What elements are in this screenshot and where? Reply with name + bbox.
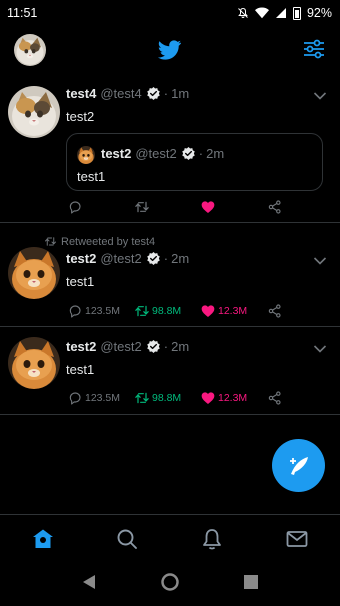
app-header [0, 26, 340, 74]
separator-dot: · [163, 251, 169, 266]
user-handle: @test2 [100, 251, 142, 266]
notifications-icon[interactable] [200, 527, 224, 551]
like-button[interactable]: 12.3M [200, 303, 247, 319]
share-icon [267, 199, 283, 215]
recents-icon[interactable] [244, 575, 258, 589]
chevron-down-icon[interactable] [313, 256, 327, 266]
compose-tweet-icon [289, 456, 308, 475]
tweet-time: 2m [171, 251, 190, 266]
compose-tweet-button[interactable] [272, 439, 325, 492]
tweet[interactable]: test2 @test2 · 2m test1 123.5M 98.8M 12.… [0, 223, 340, 327]
tweet-actions: 123.5M 98.8M 12.3M [0, 303, 340, 321]
separator-dot: · [163, 86, 169, 101]
reply-icon [67, 199, 83, 215]
reply-icon [67, 303, 83, 319]
like-count: 12.3M [218, 305, 248, 317]
display-name[interactable]: test2 [66, 251, 96, 266]
battery-percent: 92% [306, 6, 332, 20]
avatar [77, 146, 95, 164]
chevron-down-icon[interactable] [313, 91, 327, 101]
share-button[interactable] [267, 303, 283, 319]
home-icon[interactable] [31, 527, 55, 551]
tweet[interactable]: test2 @test2 · 2m test1 123.5M 98.8M 12.… [0, 327, 340, 415]
heart-icon [200, 199, 216, 215]
display-name[interactable]: test2 [66, 339, 96, 354]
home-button-icon[interactable] [160, 572, 180, 592]
verified-badge-icon [181, 146, 196, 161]
share-icon [267, 390, 283, 406]
user-handle: @test2 [135, 146, 177, 161]
like-button[interactable] [200, 199, 216, 215]
wifi-icon [254, 7, 269, 19]
tweet-time: 2m [206, 146, 225, 161]
tweet-text: test1 [66, 362, 95, 377]
bottom-nav [0, 514, 340, 562]
reply-button[interactable]: 123.5M [67, 303, 120, 319]
mute-icon [238, 7, 248, 18]
retweet-icon [134, 199, 150, 215]
battery-icon [292, 6, 301, 20]
twitter-bird-icon [158, 40, 181, 60]
system-navigation [0, 562, 340, 606]
separator-dot: · [198, 146, 204, 161]
quoted-tweet-text: test1 [77, 169, 106, 184]
tweet-header: test4 @test4 · 1m [66, 86, 189, 101]
status-bar: 11:51 92% [0, 0, 340, 26]
reply-count: 123.5M [85, 392, 121, 404]
avatar[interactable] [8, 337, 60, 389]
retweet-count: 98.8M [152, 392, 182, 404]
search-icon[interactable] [115, 527, 139, 551]
share-button[interactable] [267, 199, 283, 215]
reply-count: 123.5M [85, 305, 121, 317]
reply-button[interactable] [67, 199, 83, 215]
separator-dot: · [163, 339, 169, 354]
signal-icon [275, 8, 286, 18]
chevron-down-icon[interactable] [313, 344, 327, 354]
avatar[interactable] [8, 86, 60, 138]
status-icons: 92% [237, 6, 332, 20]
tweet-actions [0, 199, 340, 217]
tweet-header: test2 @test2 · 2m [66, 251, 189, 266]
heart-icon [200, 303, 216, 319]
retweet-button[interactable]: 98.8M [134, 390, 181, 406]
tweet-text: test1 [66, 274, 95, 289]
quoted-tweet[interactable]: test2 @test2 · 2m test1 [66, 133, 323, 191]
like-count: 12.3M [218, 392, 248, 404]
share-icon [267, 303, 283, 319]
profile-avatar[interactable] [14, 34, 46, 66]
retweet-button[interactable]: 98.8M [134, 303, 181, 319]
reply-icon [67, 390, 83, 406]
reply-button[interactable]: 123.5M [67, 390, 120, 406]
tweet-text: test2 [66, 109, 95, 124]
tweet-header: test2 @test2 · 2m [66, 339, 189, 354]
user-handle: @test2 [100, 339, 142, 354]
share-button[interactable] [267, 390, 283, 406]
retweet-icon [134, 303, 150, 319]
display-name: test2 [101, 146, 132, 161]
user-handle: @test4 [100, 86, 142, 101]
avatar[interactable] [8, 247, 60, 299]
display-name[interactable]: test4 [66, 86, 96, 101]
messages-icon[interactable] [285, 527, 309, 551]
quoted-tweet-header: test2 @test2 · 2m [101, 146, 224, 161]
retweet-button[interactable] [134, 199, 150, 215]
heart-icon [200, 390, 216, 406]
retweet-count: 98.8M [152, 305, 182, 317]
verified-badge-icon [146, 86, 161, 101]
like-button[interactable]: 12.3M [200, 390, 247, 406]
verified-badge-icon [146, 251, 161, 266]
verified-badge-icon [146, 339, 161, 354]
tweet[interactable]: test4 @test4 · 1m test2 test2 @test2 · 2… [0, 74, 340, 223]
tweet-actions: 123.5M 98.8M 12.3M [0, 390, 340, 408]
tweet-time: 2m [171, 339, 190, 354]
tweet-time: 1m [171, 86, 190, 101]
retweet-icon [134, 390, 150, 406]
filter-sliders-icon[interactable] [302, 37, 326, 61]
back-icon[interactable] [82, 574, 96, 590]
status-time: 11:51 [7, 6, 38, 20]
